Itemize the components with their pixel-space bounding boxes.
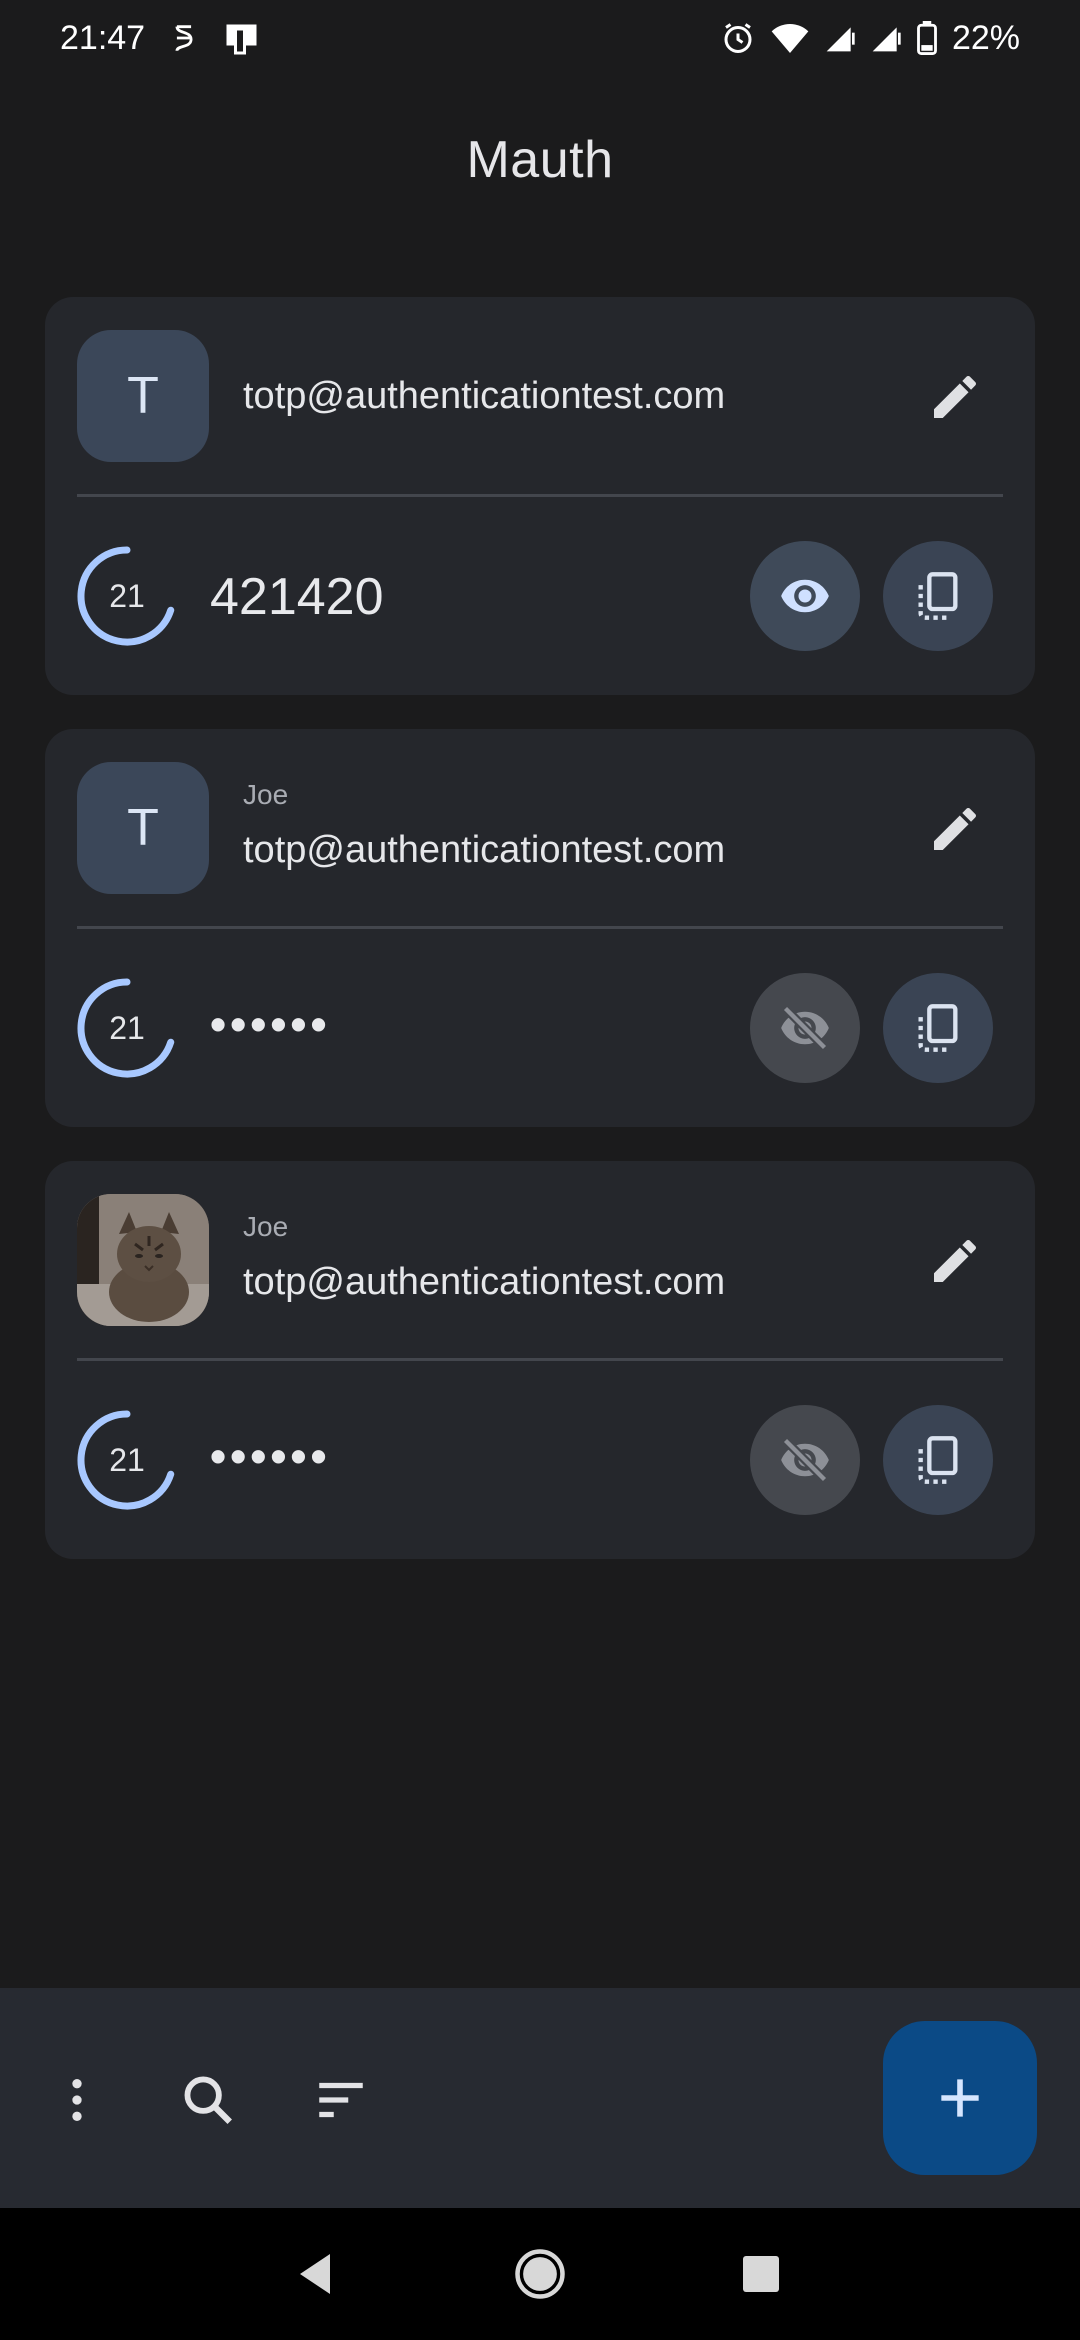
edit-button[interactable] [925, 367, 985, 427]
toggle-visibility-button[interactable] [750, 973, 860, 1083]
alarm-icon [720, 20, 756, 56]
search-icon[interactable] [168, 2060, 248, 2140]
account-card[interactable]: T totp@authenticationtest.com 21 421420 [45, 297, 1035, 695]
account-name: totp@authenticationtest.com [243, 829, 726, 871]
cat-photo [77, 1194, 209, 1326]
bottom-app-bar [0, 1988, 1080, 2208]
issuer-name: Joe [243, 779, 289, 810]
signal-icon [824, 22, 856, 54]
copy-icon [918, 1436, 958, 1484]
copy-button[interactable] [883, 1405, 993, 1515]
timer-seconds: 21 [109, 577, 145, 614]
countdown-timer: 21 [75, 544, 179, 648]
eye-off-icon [781, 1005, 829, 1051]
system-nav-bar [0, 2208, 1080, 2340]
otp-code-masked[interactable]: •••••• [210, 1429, 331, 1483]
home-icon[interactable] [508, 2242, 572, 2306]
eye-icon [781, 579, 829, 613]
account-name: totp@authenticationtest.com [243, 375, 726, 417]
copy-icon [918, 572, 958, 620]
copy-button[interactable] [883, 541, 993, 651]
account-card[interactable]: T Joe totp@authenticationtest.com 21 •••… [45, 729, 1035, 1127]
wifi-icon [770, 21, 810, 55]
edit-button[interactable] [925, 799, 985, 859]
avatar: T [77, 762, 209, 894]
status-time: 21:47 [60, 18, 146, 57]
otp-code-masked[interactable]: •••••• [210, 997, 331, 1051]
recents-icon[interactable] [729, 2242, 793, 2306]
timer-seconds: 21 [109, 1441, 145, 1478]
add-icon [941, 2079, 979, 2117]
countdown-timer: 21 [75, 976, 179, 1080]
copy-icon [918, 1004, 958, 1052]
copy-button[interactable] [883, 973, 993, 1083]
pencil-icon [934, 1239, 977, 1282]
toggle-visibility-button[interactable] [750, 1405, 860, 1515]
notification-icon [167, 21, 201, 55]
device-icon [223, 20, 263, 56]
sort-icon[interactable] [301, 2060, 381, 2140]
signal-icon [870, 22, 902, 54]
pencil-icon [934, 807, 977, 850]
avatar: T [77, 330, 209, 462]
account-card[interactable]: Joe totp@authenticationtest.com 21 •••••… [45, 1161, 1035, 1559]
back-icon[interactable] [284, 2242, 348, 2306]
timer-seconds: 21 [109, 1009, 145, 1046]
account-name: totp@authenticationtest.com [243, 1261, 726, 1303]
toggle-visibility-button[interactable] [750, 541, 860, 651]
edit-button[interactable] [925, 1231, 985, 1291]
avatar-image [77, 1194, 209, 1326]
status-bar: 21:47 22% [0, 0, 1080, 76]
battery-icon [916, 21, 938, 55]
app-title: Mauth [466, 131, 614, 189]
more-vert-icon[interactable] [37, 2060, 117, 2140]
battery-percent: 22% [951, 18, 1020, 57]
pencil-icon [934, 375, 977, 418]
add-account-button[interactable] [883, 2021, 1037, 2175]
countdown-timer: 21 [75, 1408, 179, 1512]
otp-code[interactable]: 421420 [210, 567, 384, 627]
eye-off-icon [781, 1437, 829, 1483]
issuer-name: Joe [243, 1211, 289, 1242]
